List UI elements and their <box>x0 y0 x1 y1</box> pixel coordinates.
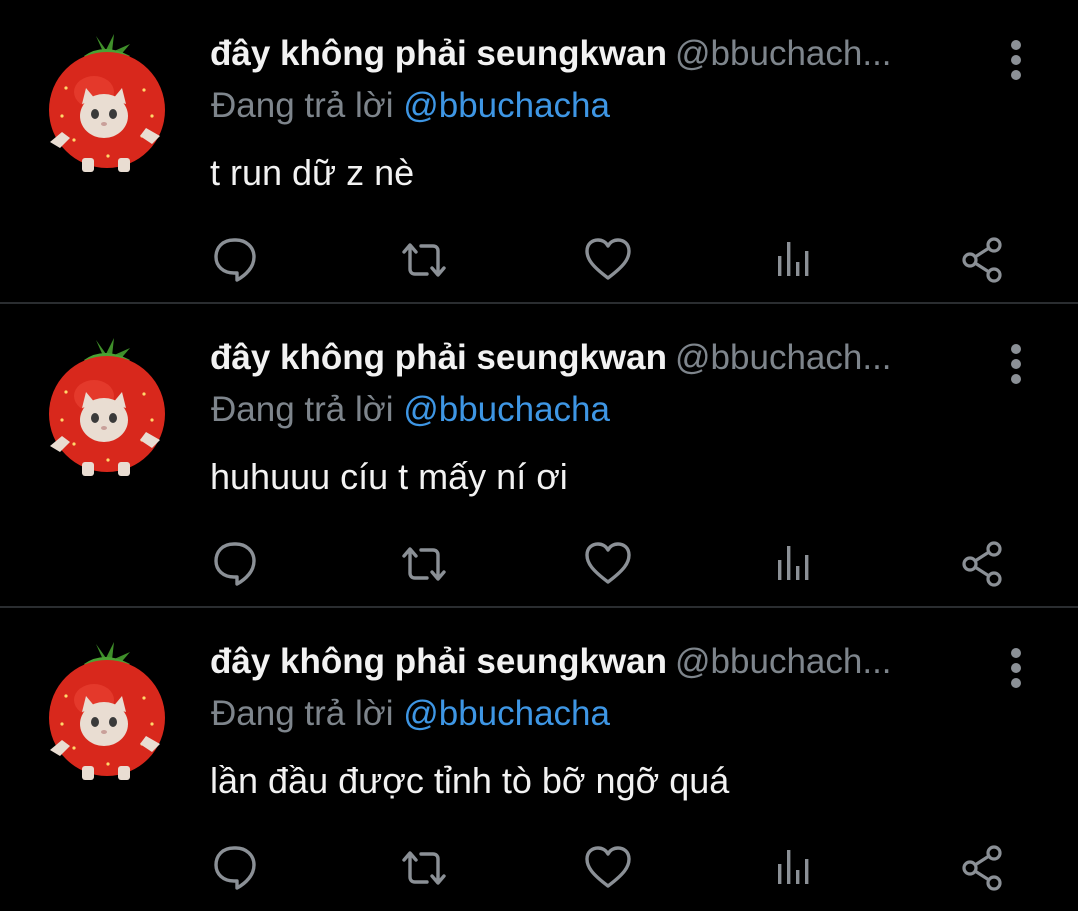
reply-prefix: Đang trả lời <box>211 86 394 125</box>
strawberry-cat-avatar-icon <box>49 34 165 172</box>
avatar[interactable] <box>44 640 170 782</box>
reply-mention-link[interactable]: @bbuchacha <box>403 86 610 125</box>
views-button[interactable] <box>767 232 823 288</box>
reply-button[interactable] <box>208 840 264 896</box>
display-name[interactable]: đây không phải seungkwan <box>210 34 667 73</box>
display-name[interactable]: đây không phải seungkwan <box>210 642 667 681</box>
heart-icon <box>585 846 631 888</box>
speech-bubble-icon <box>214 542 256 586</box>
display-name[interactable]: đây không phải seungkwan <box>210 338 667 377</box>
tweet-actions <box>0 536 1078 592</box>
tweet[interactable]: đây không phải seungkwan @bbuchach... Đan… <box>0 0 1078 303</box>
tweet-header: đây không phải seungkwan @bbuchach... <box>210 338 1000 388</box>
reply-context: Đang trả lời @bbuchacha <box>211 390 610 430</box>
share-button[interactable] <box>954 536 1010 592</box>
tweet-text: huhuuu cíu t mấy ní ơi <box>210 456 568 497</box>
more-options-icon[interactable] <box>1004 646 1028 690</box>
tweet-actions <box>0 840 1078 896</box>
tweet-feed: đây không phải seungkwan @bbuchach... Đan… <box>0 0 1078 902</box>
retweet-button[interactable] <box>396 536 452 592</box>
speech-bubble-icon <box>214 238 256 282</box>
tweet-header: đây không phải seungkwan @bbuchach... <box>210 34 1000 84</box>
views-button[interactable] <box>767 840 823 896</box>
reply-prefix: Đang trả lời <box>211 694 394 733</box>
retweet-arrows-icon <box>402 547 446 581</box>
retweet-button[interactable] <box>396 840 452 896</box>
user-handle[interactable]: @bbuchach... <box>675 642 892 681</box>
bar-chart-icon <box>778 850 809 884</box>
retweet-button[interactable] <box>396 232 452 288</box>
tweet-text: lần đầu được tỉnh tò bỡ ngỡ quá <box>210 760 730 801</box>
tweet[interactable]: đây không phải seungkwan @bbuchach... Đan… <box>0 608 1078 911</box>
bar-chart-icon <box>778 546 809 580</box>
share-button[interactable] <box>954 232 1010 288</box>
user-handle[interactable]: @bbuchach... <box>675 338 892 377</box>
like-button[interactable] <box>580 232 636 288</box>
avatar[interactable] <box>44 336 170 478</box>
more-options-icon[interactable] <box>1004 342 1028 386</box>
retweet-arrows-icon <box>402 243 446 277</box>
reply-mention-link[interactable]: @bbuchacha <box>403 390 610 429</box>
tweet-header: đây không phải seungkwan @bbuchach... <box>210 642 1000 692</box>
strawberry-cat-avatar-icon <box>49 642 165 780</box>
tweet[interactable]: đây không phải seungkwan @bbuchach... Đan… <box>0 304 1078 607</box>
reply-prefix: Đang trả lời <box>211 390 394 429</box>
strawberry-cat-avatar-icon <box>49 338 165 476</box>
share-nodes-icon <box>962 237 1002 283</box>
share-nodes-icon <box>962 541 1002 587</box>
speech-bubble-icon <box>214 846 256 890</box>
tweet-actions <box>0 232 1078 288</box>
share-button[interactable] <box>954 840 1010 896</box>
like-button[interactable] <box>580 536 636 592</box>
user-handle[interactable]: @bbuchach... <box>675 34 892 73</box>
reply-button[interactable] <box>208 232 264 288</box>
views-button[interactable] <box>767 536 823 592</box>
like-button[interactable] <box>580 840 636 896</box>
reply-button[interactable] <box>208 536 264 592</box>
reply-context: Đang trả lời @bbuchacha <box>211 86 610 126</box>
heart-icon <box>585 542 631 584</box>
heart-icon <box>585 238 631 280</box>
tweet-text: t run dữ z nè <box>210 152 415 193</box>
retweet-arrows-icon <box>402 851 446 885</box>
bar-chart-icon <box>778 242 809 276</box>
avatar[interactable] <box>44 32 170 174</box>
reply-mention-link[interactable]: @bbuchacha <box>403 694 610 733</box>
reply-context: Đang trả lời @bbuchacha <box>211 694 610 734</box>
more-options-icon[interactable] <box>1004 38 1028 82</box>
share-nodes-icon <box>962 845 1002 891</box>
